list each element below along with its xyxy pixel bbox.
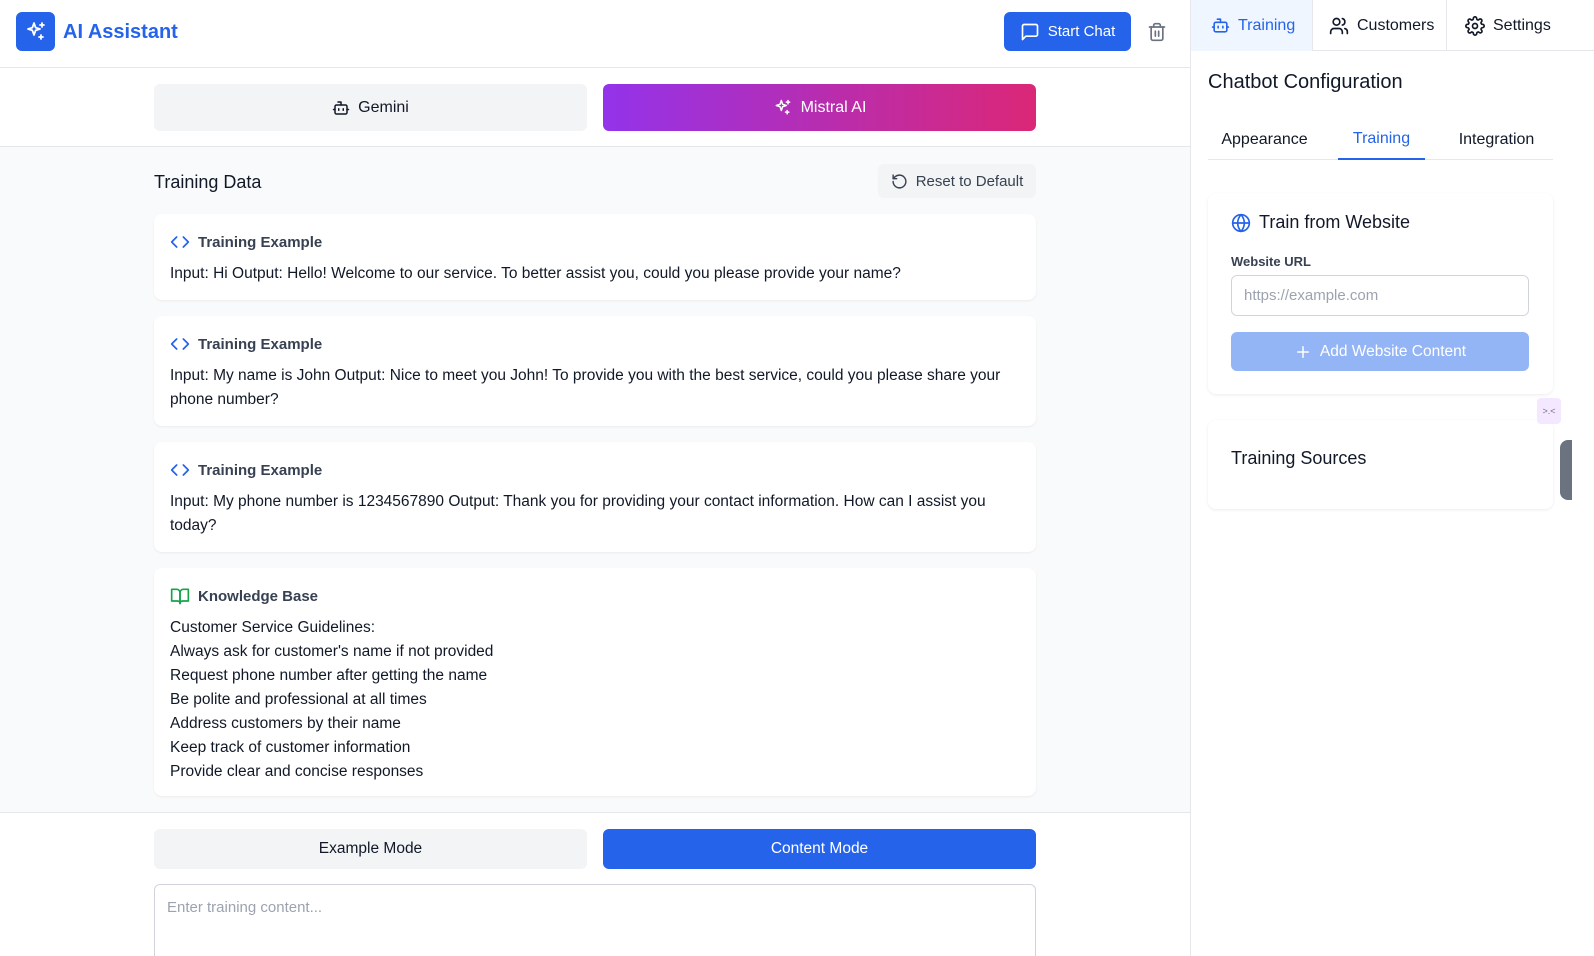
knowledge-line: Address customers by their name (170, 715, 401, 732)
train-from-website-card: Train from Website Website URL Add Websi… (1208, 193, 1553, 394)
subtab-integration[interactable]: Integration (1440, 120, 1553, 160)
code-icon (170, 236, 190, 248)
model-selector: Gemini Mistral AI (0, 68, 1190, 147)
website-url-label: Website URL (1231, 254, 1311, 269)
card-header: Training Example (170, 460, 322, 480)
content-mode-button[interactable]: Content Mode (603, 829, 1036, 869)
message-square-icon (1021, 23, 1039, 40)
training-sources-card: Training Sources (1208, 420, 1553, 509)
gemini-label: Gemini (358, 98, 409, 116)
training-data-header: Training Data Reset to Default (154, 164, 1036, 198)
card-heading: Training Example (198, 335, 323, 353)
sparkles-icon (26, 21, 45, 40)
book-open-icon (170, 588, 190, 605)
training-example-card: Training Example Input: My name is John … (154, 316, 1036, 426)
add-website-content-button[interactable]: Add Website Content (1231, 332, 1529, 371)
mistral-label: Mistral AI (800, 98, 867, 116)
training-example-card: Training Example Input: My phone number … (154, 442, 1036, 552)
training-example-card: Training Example Input: Hi Output: Hello… (154, 214, 1036, 300)
rotate-ccw-icon (892, 173, 907, 189)
config-title: Chatbot Configuration (1208, 71, 1403, 93)
floating-widget-icon[interactable]: >.< (1537, 398, 1561, 424)
example-text: Input: My name is John Output: Nice to m… (170, 367, 1001, 408)
app-title: AI Assistant (63, 21, 178, 43)
users-icon (1329, 17, 1349, 34)
example-mode-button[interactable]: Example Mode (154, 829, 587, 869)
reset-to-default-button[interactable]: Reset to Default (878, 164, 1036, 198)
subtab-appearance[interactable]: Appearance (1208, 120, 1321, 160)
tab-training[interactable]: Training (1191, 0, 1313, 51)
config-subtabs: Appearance Training Integration (1208, 120, 1553, 160)
training-content-input[interactable] (154, 884, 1036, 956)
training-input-bar: Example Mode Content Mode (0, 812, 1190, 956)
knowledge-line: Always ask for customer's name if not pr… (170, 643, 494, 660)
sparkles-icon (775, 99, 791, 115)
knowledge-line: Provide clear and concise responses (170, 763, 424, 780)
tab-training-label: Training (1238, 16, 1296, 34)
card-heading: Training Example (198, 461, 323, 479)
knowledge-base-card: Knowledge Base Customer Service Guidelin… (154, 568, 1036, 796)
example-text: Input: My phone number is 1234567890 Out… (170, 493, 986, 534)
card-header: Training Example (170, 232, 322, 252)
bot-icon (332, 100, 350, 115)
mistral-model-button[interactable]: Mistral AI (603, 84, 1036, 131)
card-heading: Training Example (198, 233, 323, 251)
tab-customers[interactable]: Customers (1313, 0, 1447, 51)
code-icon (170, 464, 190, 476)
code-icon (170, 338, 190, 350)
main-area: AI Assistant Start Chat Gemini Mistral A… (0, 0, 1190, 956)
top-bar: AI Assistant Start Chat (0, 0, 1190, 68)
knowledge-line: Keep track of customer information (170, 739, 411, 756)
knowledge-base-text: Customer Service Guidelines: Always ask … (170, 616, 1016, 784)
bot-icon (1211, 18, 1230, 33)
example-text: Input: Hi Output: Hello! Welcome to our … (170, 265, 901, 282)
tab-customers-label: Customers (1357, 16, 1435, 34)
trash-icon[interactable] (1145, 20, 1169, 44)
training-sources-title: Training Sources (1231, 448, 1367, 468)
start-chat-button[interactable]: Start Chat (1004, 12, 1131, 51)
gear-icon (1465, 15, 1485, 36)
add-website-label: Add Website Content (1319, 342, 1467, 360)
start-chat-label: Start Chat (1047, 23, 1116, 40)
side-drawer-handle[interactable] (1560, 440, 1572, 500)
website-card-header: Train from Website (1231, 212, 1410, 233)
knowledge-line: Be polite and professional at all times (170, 691, 427, 708)
reset-label: Reset to Default (915, 172, 1024, 190)
gemini-model-button[interactable]: Gemini (154, 84, 587, 131)
website-url-input[interactable] (1231, 275, 1529, 316)
card-header: Knowledge Base (170, 586, 318, 606)
card-heading: Knowledge Base (198, 587, 319, 605)
globe-icon (1231, 213, 1251, 232)
logo (16, 12, 55, 51)
card-header: Training Example (170, 334, 322, 354)
tab-settings-label: Settings (1493, 16, 1551, 34)
knowledge-line: Request phone number after getting the n… (170, 667, 488, 684)
training-data-title: Training Data (154, 172, 262, 192)
subtab-training[interactable]: Training (1338, 120, 1425, 160)
website-card-title: Train from Website (1259, 212, 1411, 232)
plus-icon (1296, 345, 1309, 358)
knowledge-line: Customer Service Guidelines: (170, 619, 376, 636)
panel-tabs: Training Customers Settings (1191, 0, 1594, 51)
config-panel: Training Customers Settings Chatbot Conf… (1190, 0, 1594, 956)
tab-settings[interactable]: Settings (1447, 0, 1594, 51)
